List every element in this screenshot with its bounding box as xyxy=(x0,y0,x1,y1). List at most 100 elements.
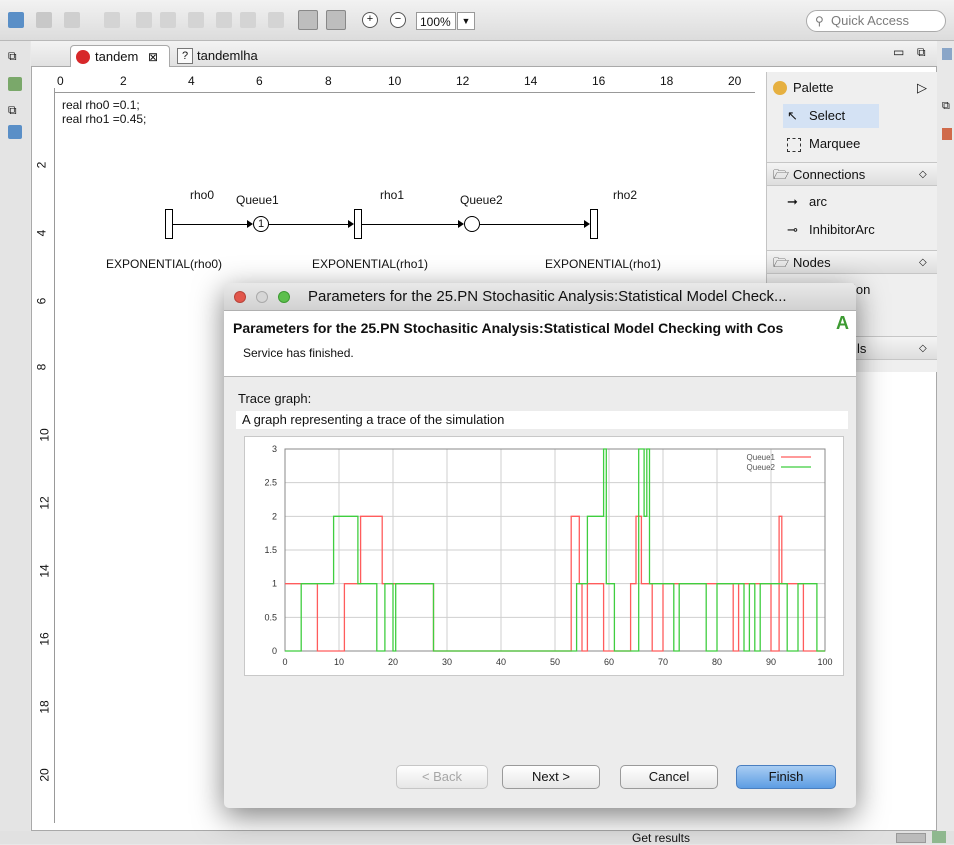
x-tick-label: 20 xyxy=(388,657,398,667)
wizard-dialog: Parameters for the 25.PN Stochasitic Ana… xyxy=(224,283,856,808)
back-button[interactable]: < Back xyxy=(396,765,488,789)
palette-tool-arc[interactable]: ➞ arc xyxy=(783,190,923,214)
ruler-tick: 14 xyxy=(524,74,538,88)
background-tasks-icon[interactable] xyxy=(932,831,946,843)
zoom-dropdown-icon[interactable]: ▼ xyxy=(457,12,475,30)
petri-net-file-icon xyxy=(76,50,90,64)
forward-icon[interactable] xyxy=(160,12,176,28)
pin-icon[interactable]: ◇ xyxy=(919,163,927,187)
link-icon[interactable] xyxy=(326,10,346,30)
right-trim-bar: ⧉ xyxy=(940,48,954,148)
x-tick-label: 60 xyxy=(604,657,614,667)
redo-icon[interactable] xyxy=(136,12,152,28)
drawer-label: Connections xyxy=(793,167,866,182)
ruler-tick: 4 xyxy=(34,229,49,237)
y-tick-label: 1.5 xyxy=(264,545,277,555)
maximize-icon[interactable]: ⧉ xyxy=(917,45,926,60)
ruler-tick: 10 xyxy=(37,428,52,442)
package-explorer-icon[interactable] xyxy=(8,77,22,91)
ruler-tick: 12 xyxy=(37,496,52,510)
tab-tandemlha[interactable]: ? tandemlha xyxy=(173,45,307,67)
ruler-tick: 16 xyxy=(37,632,52,646)
tab-tandem[interactable]: tandem ⊠ xyxy=(70,45,170,67)
new-icon[interactable] xyxy=(8,12,24,28)
zoom-level-field[interactable]: 100% xyxy=(416,12,456,30)
cancel-button[interactable]: Cancel xyxy=(620,765,718,789)
minimize-window-button[interactable] xyxy=(256,291,268,303)
dialog-header: Parameters for the 25.PN Stochasitic Ana… xyxy=(224,311,856,377)
y-tick-label: 0.5 xyxy=(264,612,277,622)
close-window-button[interactable] xyxy=(234,291,246,303)
palette-drawer-connections[interactable]: 🗁 Connections ◇ xyxy=(767,162,937,186)
palette-tool-marquee[interactable]: Marquee xyxy=(783,132,923,156)
tool-label: Select xyxy=(809,108,846,123)
pin-icon[interactable]: ◇ xyxy=(919,337,927,361)
trace-graph: 0 10 20 30 40 50 60 70 80 90 100 0 0.5 1 1.5 2 2.5 3 Queue… xyxy=(244,436,844,676)
paste-icon[interactable] xyxy=(240,12,256,28)
code-line: real rho0 =0.1; xyxy=(62,98,140,112)
y-tick-label: 2.5 xyxy=(264,478,277,488)
palette-header[interactable]: Palette ▷ xyxy=(767,76,937,100)
palette-tool-select[interactable]: ↖ Select xyxy=(783,104,879,128)
arc-arrow-icon: ➞ xyxy=(787,194,798,209)
x-tick-label: 80 xyxy=(712,657,722,667)
cut-icon[interactable] xyxy=(188,12,204,28)
folder-icon: 🗁 xyxy=(773,167,790,182)
copy-icon[interactable] xyxy=(216,12,232,28)
problems-icon[interactable] xyxy=(942,128,952,140)
snap-grid-icon[interactable] xyxy=(298,10,318,30)
marquee-icon xyxy=(787,138,801,152)
unknown-file-icon: ? xyxy=(177,48,193,64)
ruler-tick: 8 xyxy=(325,74,332,88)
constants-declaration[interactable]: real rho0 =0.1; real rho1 =0.45; xyxy=(62,98,146,126)
zoom-out-icon[interactable]: − xyxy=(390,12,406,28)
restore-icon-2[interactable]: ⧉ xyxy=(8,103,17,118)
search-icon: ⚲ xyxy=(815,14,824,28)
field-label: Trace graph: xyxy=(238,391,312,406)
ruler-tick: 16 xyxy=(592,74,606,88)
minimize-icon[interactable]: ▭ xyxy=(893,45,904,59)
palette-drawer-nodes[interactable]: 🗁 Nodes ◇ xyxy=(767,250,937,274)
delete-icon[interactable] xyxy=(268,12,284,28)
progress-indicator[interactable] xyxy=(896,833,926,843)
next-button[interactable]: Next > xyxy=(502,765,600,789)
undo-icon[interactable] xyxy=(104,12,120,28)
y-tick-label: 2 xyxy=(272,511,277,521)
outline-icon[interactable] xyxy=(8,125,22,139)
vertical-ruler: 2 4 6 8 10 12 14 16 18 20 xyxy=(34,88,55,823)
close-tab-icon[interactable]: ⊠ xyxy=(148,50,158,64)
ruler-tick: 18 xyxy=(37,700,52,714)
save-icon[interactable] xyxy=(36,12,52,28)
status-bar: Get results xyxy=(0,831,954,845)
ruler-tick: 8 xyxy=(34,363,49,371)
x-tick-label: 50 xyxy=(550,657,560,667)
drawer-label: Nodes xyxy=(793,255,831,270)
palette-title: Palette xyxy=(793,80,834,95)
zoom-window-button[interactable] xyxy=(278,291,290,303)
ruler-tick: 4 xyxy=(188,74,195,88)
dialog-header-message: Service has finished. xyxy=(243,346,354,360)
properties-icon[interactable] xyxy=(942,48,952,60)
arrow-pointer-icon: ↖ xyxy=(787,108,798,123)
legend-label: Queue1 xyxy=(747,453,776,462)
trace-chart-svg: 0 10 20 30 40 50 60 70 80 90 100 0 0.5 1 1.5 2 2.5 3 Queue… xyxy=(264,444,832,667)
save-all-icon[interactable] xyxy=(64,12,80,28)
collapse-palette-icon[interactable]: ▷ xyxy=(917,76,927,100)
quick-access-field[interactable]: ⚲ Quick Access xyxy=(806,10,946,32)
finish-button[interactable]: Finish xyxy=(736,765,836,789)
ruler-tick: 20 xyxy=(728,74,742,88)
palette-icon xyxy=(773,81,787,95)
tool-label: InhibitorArc xyxy=(809,222,875,237)
horizontal-ruler: 0 2 4 6 8 10 12 14 16 18 20 xyxy=(55,72,755,93)
palette-tool-inhibitor-arc[interactable]: ⊸ InhibitorArc xyxy=(783,218,923,242)
pin-icon[interactable]: ◇ xyxy=(919,251,927,275)
zoom-in-icon[interactable]: + xyxy=(362,12,378,28)
ruler-tick: 10 xyxy=(388,74,402,88)
ruler-tick: 12 xyxy=(456,74,470,88)
tool-label: Marquee xyxy=(809,136,861,151)
restore-icon[interactable]: ⧉ xyxy=(8,49,17,64)
y-tick-label: 0 xyxy=(272,646,277,656)
ruler-tick: 2 xyxy=(34,161,49,169)
x-tick-label: 30 xyxy=(442,657,452,667)
restore-icon[interactable]: ⧉ xyxy=(942,100,950,113)
